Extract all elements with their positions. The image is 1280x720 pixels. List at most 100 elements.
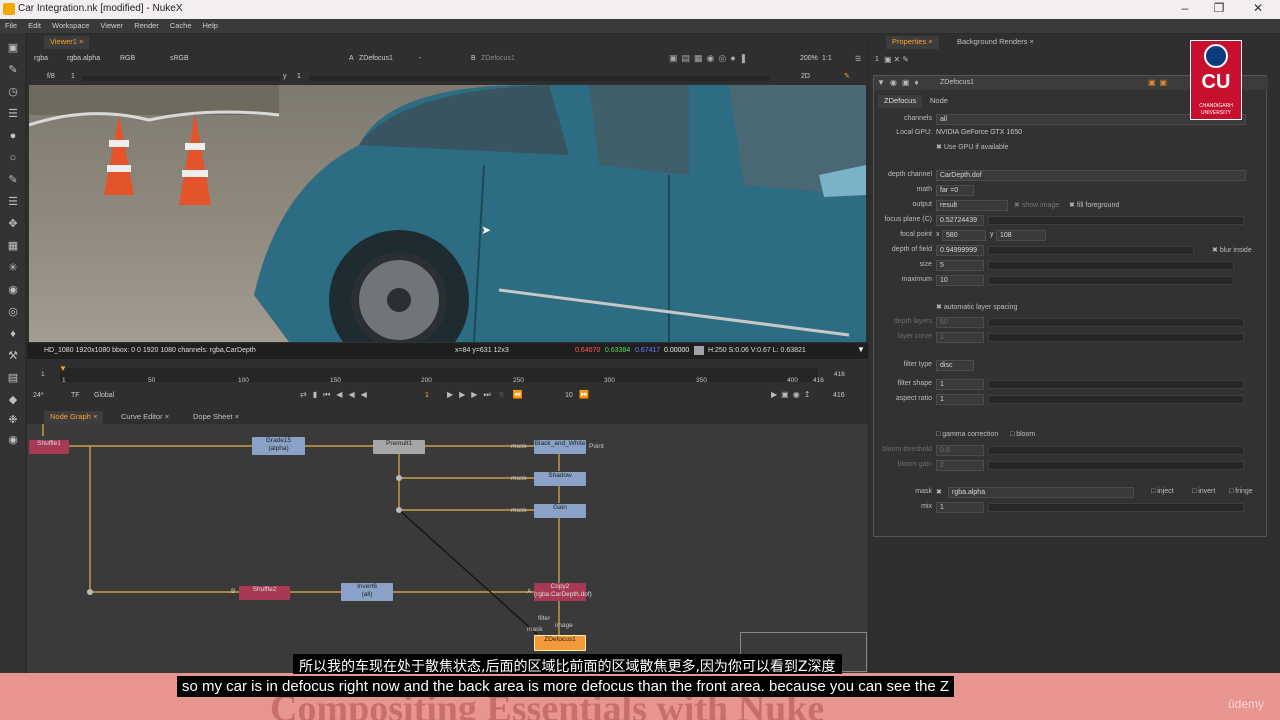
node-copy2[interactable]: Copy2 (rgba.CarDepth.dof): [534, 583, 592, 601]
node-header-icons[interactable]: ▼◉▣♦: [877, 78, 924, 87]
panel-count[interactable]: 1: [875, 56, 879, 63]
node-shadow[interactable]: Shadow: [534, 472, 586, 486]
bloom-checkbox[interactable]: □ bloom: [1010, 431, 1035, 438]
tab-background-renders[interactable]: Background Renders ×: [951, 36, 1040, 49]
node-name-field[interactable]: ZDefocus1: [940, 79, 974, 86]
fill-foreground-checkbox[interactable]: ✖ fill foreground: [1069, 201, 1119, 209]
viewer-menu-icon[interactable]: ☰: [855, 55, 861, 66]
colorspace-dropdown[interactable]: RGB: [120, 55, 135, 66]
tab-viewer1[interactable]: Viewer1 ×: [44, 36, 90, 49]
gamma-slider[interactable]: [309, 76, 769, 81]
channel-tool-icon[interactable]: ☰: [6, 107, 20, 121]
merge-tool-icon[interactable]: ☰: [6, 195, 20, 209]
maximum-field[interactable]: 10: [936, 275, 984, 286]
bloom-gain-field[interactable]: 2: [936, 460, 984, 471]
node-zdefocus1[interactable]: ZDefocus1: [534, 635, 586, 651]
toolsets-tool-icon[interactable]: ⚒: [6, 349, 20, 363]
mix-slider[interactable]: [988, 503, 1244, 512]
node-black-and-white[interactable]: Black_and_White: [534, 440, 586, 454]
input-a-dropdown[interactable]: ZDefocus1: [359, 55, 393, 66]
output-dropdown[interactable]: result: [936, 200, 1008, 211]
node-shuffle2[interactable]: Shuffle2: [239, 586, 290, 600]
menu-edit[interactable]: Edit: [23, 19, 47, 30]
furnace-tool-icon[interactable]: ◆: [6, 393, 20, 407]
deep-tool-icon[interactable]: ◉: [6, 283, 20, 297]
close-icon[interactable]: ✕: [1248, 1, 1268, 15]
step-forward-icon[interactable]: ⏩: [579, 390, 589, 399]
views-tool-icon[interactable]: ◎: [6, 305, 20, 319]
menu-viewer[interactable]: Viewer: [95, 19, 129, 30]
filter-tool-icon[interactable]: ○: [6, 151, 20, 165]
bloom-gain-slider[interactable]: [988, 461, 1244, 470]
scope-dropdown[interactable]: Global: [94, 392, 114, 399]
viewer-image[interactable]: ➤: [29, 85, 866, 342]
channel-dropdown[interactable]: rgba.alpha: [67, 55, 100, 66]
fps-dropdown[interactable]: 24*: [33, 392, 44, 399]
keyer-tool-icon[interactable]: ✎: [6, 173, 20, 187]
other-tool-icon[interactable]: ▤: [6, 371, 20, 385]
color-tool-icon[interactable]: ●: [6, 129, 20, 143]
bloom-threshold-slider[interactable]: [988, 446, 1244, 455]
input-a-operation[interactable]: -: [419, 55, 421, 66]
playback-options-icons[interactable]: ▶▣◉↥: [771, 390, 814, 399]
show-image-checkbox[interactable]: ✖ show image: [1014, 201, 1059, 209]
image-tool-icon[interactable]: ▣: [6, 41, 20, 55]
node-gain[interactable]: Gain: [534, 504, 586, 518]
depth-layers-field[interactable]: 50: [936, 317, 984, 328]
inject-checkbox[interactable]: □ inject: [1151, 488, 1174, 495]
step-field[interactable]: 10: [565, 392, 573, 399]
filter-shape-field[interactable]: 1: [936, 379, 984, 390]
lut-dropdown[interactable]: sRGB: [170, 55, 189, 66]
viewer-tools-icons[interactable]: ▣▤▦◉◎●❚: [669, 53, 751, 64]
tab-dope-sheet[interactable]: Dope Sheet ×: [187, 411, 245, 424]
invert-checkbox[interactable]: □ invert: [1192, 488, 1215, 495]
layer-dropdown[interactable]: rgba: [34, 55, 48, 66]
math-dropdown[interactable]: far =0: [936, 185, 974, 196]
menu-workspace[interactable]: Workspace: [47, 19, 95, 30]
gamma-value[interactable]: 1: [297, 73, 301, 84]
layer-curve-field[interactable]: 1: [936, 332, 984, 343]
node-invert6[interactable]: Invert6 (all): [341, 583, 393, 601]
bloom-threshold-field[interactable]: 0.8: [936, 445, 984, 456]
playhead-icon[interactable]: ▼: [59, 364, 67, 373]
frame-value[interactable]: 1: [71, 73, 75, 84]
draw-tool-icon[interactable]: ✎: [6, 63, 20, 77]
tab-properties[interactable]: Properties ×: [886, 36, 939, 49]
size-slider[interactable]: [988, 261, 1234, 270]
node-header-right-icons[interactable]: ▣▣: [1148, 78, 1171, 87]
dof-field[interactable]: 0.94999999: [936, 245, 984, 256]
tab-node-graph[interactable]: Node Graph ×: [44, 411, 104, 424]
timeline[interactable]: 1 ▼ 1 50 100 150 200 250 300 350 400 416…: [27, 364, 868, 388]
particles-tool-icon[interactable]: ✳: [6, 261, 20, 275]
tab-zdefocus[interactable]: ZDefocus: [878, 95, 923, 108]
end-frame-field[interactable]: 416: [833, 392, 845, 399]
menu-file[interactable]: File: [0, 19, 23, 30]
focus-plane-field[interactable]: 0.52724439: [936, 215, 984, 226]
focus-plane-slider[interactable]: [988, 216, 1244, 225]
ocula-tool-icon[interactable]: ❉: [6, 413, 20, 427]
maximize-icon[interactable]: ❐: [1209, 1, 1229, 15]
gamma-correction-checkbox[interactable]: □ gamma correction: [936, 431, 998, 438]
current-frame-field[interactable]: 1: [425, 392, 429, 399]
3d-tool-icon[interactable]: ▦: [6, 239, 20, 253]
fringe-checkbox[interactable]: □ fringe: [1229, 488, 1253, 495]
aspect-ratio-field[interactable]: 1: [936, 394, 984, 405]
play-buttons-icons[interactable]: ▶▶▶⏭◾⏪: [447, 390, 529, 400]
tab-node[interactable]: Node: [924, 95, 954, 108]
size-field[interactable]: 5: [936, 260, 984, 271]
menu-cache[interactable]: Cache: [165, 19, 198, 30]
view-mode-dropdown[interactable]: 2D: [801, 73, 810, 84]
tf-dropdown[interactable]: TF: [71, 392, 80, 399]
mask-enable-checkbox[interactable]: ✖: [936, 488, 942, 496]
transform-tool-icon[interactable]: ✥: [6, 217, 20, 231]
zoom-dropdown[interactable]: 200%: [800, 55, 818, 66]
ratio-dropdown[interactable]: 1:1: [822, 55, 832, 66]
tab-curve-editor[interactable]: Curve Editor ×: [115, 411, 175, 424]
focal-y-field[interactable]: 108: [996, 230, 1046, 241]
dof-slider[interactable]: [988, 246, 1194, 255]
menu-render[interactable]: Render: [129, 19, 165, 30]
layer-curve-slider[interactable]: [988, 333, 1244, 342]
cara-tool-icon[interactable]: ◉: [6, 433, 20, 447]
filter-shape-slider[interactable]: [988, 380, 1244, 389]
node-shuffle1[interactable]: Shuffle1: [29, 440, 69, 454]
